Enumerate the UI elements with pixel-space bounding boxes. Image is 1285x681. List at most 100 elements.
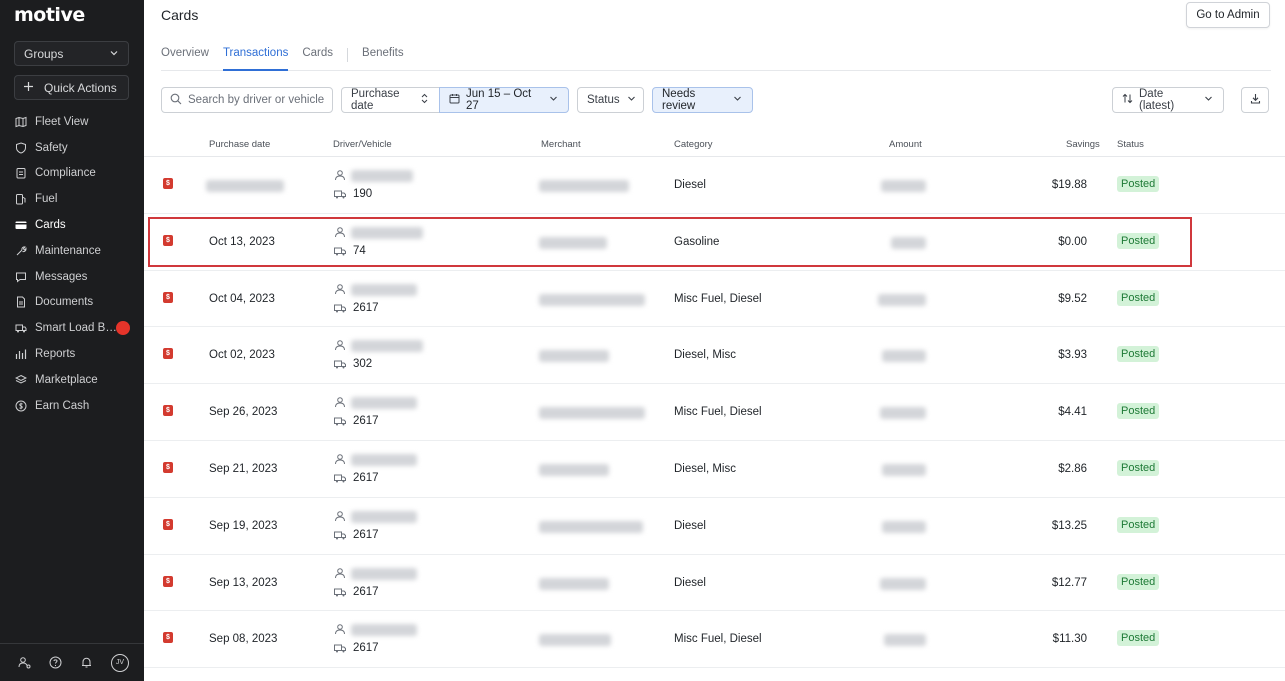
sidebar-item-label: Fuel	[35, 193, 58, 206]
date-range-picker[interactable]: Jun 15 – Oct 27	[439, 87, 569, 113]
status-badge: Posted	[1117, 403, 1160, 420]
col-driver-vehicle: Driver/Vehicle	[333, 139, 392, 150]
sidebar-item-label: Maintenance	[35, 244, 101, 257]
vehicle-number[interactable]: 302	[353, 358, 372, 370]
download-button[interactable]	[1241, 87, 1269, 113]
fuel-card-icon: $	[163, 518, 173, 530]
category-cell: Gasoline	[674, 235, 720, 248]
groups-dropdown[interactable]: Groups	[14, 41, 129, 66]
driver-icon	[334, 567, 346, 579]
sidebar-item-marketplace[interactable]: Marketplace	[0, 367, 144, 393]
sidebar-item-messages[interactable]: Messages	[0, 264, 144, 290]
quick-actions-button[interactable]: Quick Actions	[14, 75, 129, 100]
sidebar-item-earn-cash[interactable]: Earn Cash	[0, 393, 144, 419]
table-row[interactable]: $190 Diesel $19.88 Posted	[144, 157, 1285, 214]
search-input[interactable]	[188, 94, 328, 106]
table-row[interactable]: $ Oct 13, 2023 74 Gasoline $0.00 Posted	[144, 214, 1285, 271]
table-row[interactable]: $ Sep 08, 2023 2617 Misc Fuel, Diesel $11.30…	[144, 611, 1285, 669]
chart-icon	[15, 348, 27, 360]
savings-cell: $2.86	[1058, 462, 1087, 475]
needs-review-filter[interactable]: Needs review	[652, 87, 753, 113]
driver-icon	[334, 510, 346, 522]
vehicle-number[interactable]: 2617	[353, 529, 379, 541]
driver-icon	[334, 339, 346, 351]
redacted-amount	[880, 577, 926, 590]
tab-benefits[interactable]: Benefits	[362, 40, 404, 71]
chevron-down-icon	[548, 93, 559, 107]
redacted-merchant	[539, 180, 629, 192]
fuel-card-icon: $	[163, 178, 173, 189]
sidebar-item-maintenance[interactable]: Maintenance	[0, 238, 144, 264]
tab-transactions[interactable]: Transactions	[222, 40, 289, 71]
status-badge: Posted	[1117, 232, 1160, 249]
sidebar-item-label: Safety	[35, 141, 68, 154]
sidebar-item-cards[interactable]: Cards	[0, 212, 144, 238]
chevron-down-icon	[626, 93, 637, 107]
table-row[interactable]: $ Sep 21, 2023 2617 Diesel, Misc $2.86 Posted	[144, 441, 1285, 498]
redacted-driver-name	[351, 567, 417, 580]
bell-icon[interactable]	[80, 656, 93, 669]
savings-cell: $3.93	[1058, 349, 1087, 362]
table-row[interactable]: $ Sep 19, 2023 2617 Diesel $13.25 Posted	[144, 498, 1285, 555]
redacted-driver-name	[351, 453, 417, 466]
avatar[interactable]: JV	[111, 653, 129, 672]
layers-icon	[15, 374, 27, 386]
col-purchase-date[interactable]: Purchase date	[209, 139, 270, 150]
sidebar-item-compliance[interactable]: Compliance	[0, 161, 144, 187]
redacted-driver-name	[351, 340, 423, 353]
redacted-amount	[881, 180, 926, 192]
help-icon[interactable]	[49, 656, 62, 669]
vehicle-number[interactable]: 2617	[353, 302, 379, 314]
category-cell: Misc Fuel, Diesel	[674, 633, 762, 646]
sidebar-item-fleet-view[interactable]: Fleet View	[0, 109, 144, 135]
redacted-amount	[882, 350, 926, 363]
wrench-icon	[15, 245, 27, 257]
vehicle-number[interactable]: 2617	[353, 472, 379, 484]
status-filter[interactable]: Status	[577, 87, 644, 113]
table-row[interactable]: $ Sep 13, 2023 2617 Diesel $12.77 Posted	[144, 555, 1285, 612]
search-box[interactable]	[161, 87, 333, 113]
redacted-driver-name	[351, 624, 417, 637]
driver-icon	[334, 623, 346, 635]
category-cell: Diesel	[674, 179, 706, 191]
category-cell: Diesel, Misc	[674, 349, 736, 362]
chevron-down-icon	[109, 47, 119, 61]
sidebar: motive Groups Quick Actions Fleet View S…	[0, 0, 144, 681]
status-badge: Posted	[1117, 516, 1160, 533]
tab-overview[interactable]: Overview	[161, 40, 209, 71]
sort-dropdown[interactable]: Date (latest)	[1112, 87, 1224, 113]
redacted-driver-name	[351, 397, 417, 410]
purchase-date-cell: Sep 26, 2023	[209, 406, 278, 419]
map-icon	[15, 116, 27, 128]
sidebar-item-label: Marketplace	[35, 373, 98, 386]
table-row[interactable]: $ Sep 26, 2023 2617 Misc Fuel, Diesel $4.41 P…	[144, 384, 1285, 441]
vehicle-number[interactable]: 2617	[353, 642, 379, 654]
status-filter-label: Status	[587, 94, 620, 106]
users-settings-icon[interactable]	[18, 656, 31, 669]
vehicle-icon	[334, 586, 346, 598]
sidebar-item-safety[interactable]: Safety	[0, 135, 144, 161]
status-badge: Posted	[1117, 346, 1160, 363]
sidebar-item-documents[interactable]: Documents	[0, 290, 144, 316]
sidebar-item-fuel[interactable]: Fuel	[0, 186, 144, 212]
date-range-label: Jun 15 – Oct 27	[466, 88, 532, 112]
motive-logo[interactable]: motive	[14, 4, 85, 26]
table-row[interactable]: $ Oct 04, 2023 2617 Misc Fuel, Diesel $9.52 P…	[144, 271, 1285, 328]
sidebar-item-reports[interactable]: Reports	[0, 341, 144, 367]
category-cell: Diesel	[674, 576, 706, 589]
redacted-amount	[884, 634, 926, 647]
vehicle-number[interactable]: 190	[353, 188, 372, 200]
table-row[interactable]: $ Oct 02, 2023 302 Diesel, Misc $3.93 Posted	[144, 327, 1285, 385]
quick-actions-label: Quick Actions	[44, 80, 117, 95]
purchase-date-sort-button[interactable]: Purchase date	[341, 87, 440, 113]
go-to-admin-button[interactable]: Go to Admin	[1186, 2, 1270, 28]
vehicle-number[interactable]: 2617	[353, 415, 379, 427]
vehicle-number[interactable]: 2617	[353, 586, 379, 598]
tab-cards[interactable]: Cards	[302, 40, 333, 71]
purchase-date-cell: Oct 13, 2023	[209, 235, 275, 248]
status-badge: Posted	[1117, 573, 1160, 590]
vehicle-number[interactable]: 74	[353, 245, 366, 257]
sidebar-item-smart-load[interactable]: Smart Load B…	[0, 315, 144, 341]
driver-icon	[334, 453, 346, 465]
vehicle-icon	[334, 529, 346, 541]
